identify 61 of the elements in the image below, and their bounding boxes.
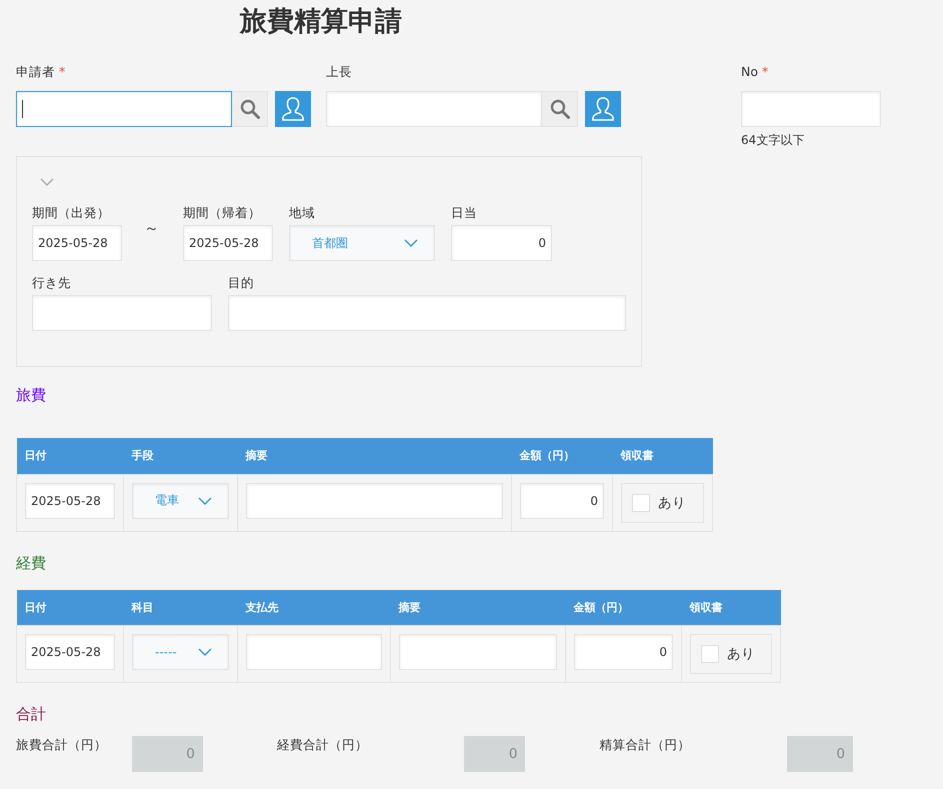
- column-header: 金額（円）: [566, 590, 682, 626]
- field-label: 申請者: [16, 64, 55, 81]
- receipt-checkbox[interactable]: あり: [621, 482, 704, 522]
- field-label: 期間（帰着）: [183, 205, 262, 222]
- search-icon: [240, 99, 260, 119]
- search-button[interactable]: [232, 91, 268, 127]
- section-title: 合計: [16, 704, 47, 724]
- column-header: 領収書: [612, 438, 712, 474]
- field-label: 行き先: [32, 275, 72, 292]
- field-label: 期間（出発）: [32, 205, 111, 222]
- number-field[interactable]: 0: [451, 225, 552, 261]
- page-title: 旅費精算申請: [238, 5, 403, 39]
- chevron-down-icon: [198, 496, 212, 504]
- column-header: 手段: [124, 438, 238, 474]
- number-field[interactable]: 0: [574, 634, 673, 670]
- column-header: 日付: [16, 590, 124, 626]
- field-label: No: [741, 64, 758, 81]
- person-icon: [281, 96, 305, 122]
- field-label: 日当: [451, 205, 478, 222]
- column-header: 金額（円）: [512, 438, 612, 474]
- column-header: 科目: [124, 590, 238, 626]
- chevron-down-icon: [40, 178, 54, 186]
- date-field[interactable]: 2025-05-28: [25, 634, 115, 670]
- column-header: 領収書: [682, 590, 780, 626]
- field-hint: 64文字以下: [741, 132, 806, 149]
- checkbox-label: あり: [658, 494, 686, 512]
- text-cursor: [22, 100, 23, 118]
- field-label: 上長: [326, 64, 352, 81]
- field-label: 地域: [289, 205, 316, 222]
- date-field[interactable]: 2025-05-28: [183, 225, 273, 261]
- date-field[interactable]: 2025-05-28: [32, 225, 122, 261]
- chevron-down-icon: [404, 239, 418, 247]
- checkbox[interactable]: [701, 645, 719, 663]
- person-icon: [591, 96, 615, 122]
- column-header: 支払先: [238, 590, 390, 626]
- chevron-down-icon: [198, 648, 212, 656]
- field-label: 目的: [228, 275, 255, 292]
- required-mark: *: [59, 64, 66, 79]
- column-header: 摘要: [238, 438, 512, 474]
- search-button[interactable]: [542, 91, 578, 127]
- user-picker-button[interactable]: [585, 91, 621, 127]
- number-field[interactable]: 0: [520, 482, 604, 518]
- total-field: 0: [464, 736, 526, 772]
- total-label: 旅費合計（円）: [16, 736, 108, 754]
- required-mark: *: [762, 64, 768, 79]
- user-picker-button[interactable]: [275, 91, 311, 127]
- text-field[interactable]: [16, 91, 232, 127]
- range-separator: ～: [144, 219, 159, 238]
- total-field: 0: [786, 736, 853, 772]
- date-field[interactable]: 2025-05-28: [25, 482, 115, 518]
- total-label: 精算合計（円）: [599, 736, 692, 754]
- section-title: 旅費: [16, 385, 47, 405]
- checkbox-label: あり: [727, 645, 755, 663]
- section-title: 経費: [16, 552, 47, 572]
- column-header: 日付: [16, 438, 124, 474]
- checkbox[interactable]: [632, 494, 650, 512]
- total-field: 0: [132, 736, 203, 772]
- receipt-checkbox[interactable]: あり: [690, 634, 772, 674]
- search-icon: [550, 99, 570, 119]
- column-header: 摘要: [390, 590, 566, 626]
- total-label: 経費合計（円）: [276, 736, 369, 754]
